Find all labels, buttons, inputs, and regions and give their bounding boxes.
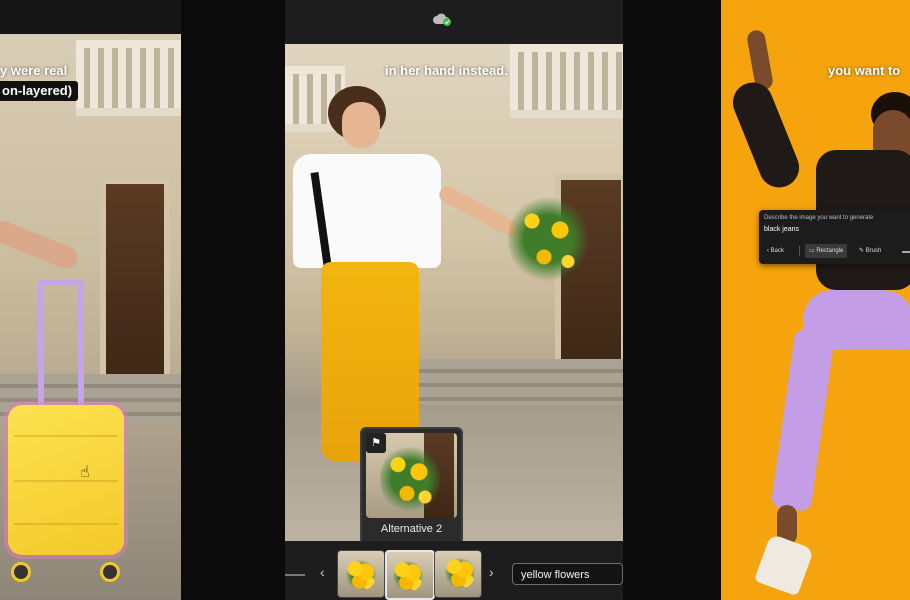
rectangle-button[interactable]: ▭ Rectangle bbox=[805, 244, 848, 258]
suitcase-wheel bbox=[11, 562, 31, 582]
flag-icon[interactable]: ⚑ bbox=[366, 433, 386, 453]
back-button[interactable]: ‹ Back bbox=[767, 244, 784, 258]
person-arm bbox=[0, 217, 81, 273]
left-panel: y were real on-layered) ☝ bbox=[0, 0, 181, 600]
dialog-prompt-input[interactable]: black jeans bbox=[764, 226, 799, 233]
prompt-input[interactable]: yellow flowers bbox=[512, 563, 623, 585]
balustrade bbox=[510, 44, 623, 118]
yellow-flowers bbox=[508, 194, 588, 284]
variation-thumb-2[interactable] bbox=[385, 550, 435, 600]
balustrade bbox=[76, 40, 181, 116]
brush-button[interactable]: ✎ Brush bbox=[859, 244, 881, 258]
selected-suitcase[interactable] bbox=[8, 405, 124, 555]
jacket-sleeve bbox=[726, 76, 806, 194]
chevron-left-icon[interactable]: ‹ bbox=[320, 564, 325, 580]
dialog-description: Describe the image you want to generate bbox=[764, 215, 874, 221]
variation-thumb-1[interactable] bbox=[337, 550, 385, 598]
hand-cursor-icon: ☝ bbox=[80, 464, 90, 481]
purple-pants-leg bbox=[770, 328, 836, 512]
brush-size-slider[interactable] bbox=[902, 251, 910, 253]
left-toolbar bbox=[0, 0, 181, 34]
popup-label: Alternative 2 bbox=[380, 523, 443, 535]
caption: you want to bbox=[828, 63, 901, 78]
cloud-check-icon[interactable] bbox=[432, 12, 452, 26]
chevron-right-icon[interactable]: › bbox=[489, 564, 494, 580]
suitcase-wheel bbox=[100, 562, 120, 582]
scroll-track bbox=[285, 574, 305, 576]
right-panel: you want to Describe the image you want … bbox=[721, 0, 910, 600]
suitcase-handle-left bbox=[38, 282, 44, 407]
white-shoe bbox=[753, 533, 815, 597]
variation-thumb-3[interactable] bbox=[434, 550, 482, 598]
center-toolbar bbox=[285, 0, 623, 44]
caption-line-1: y were real bbox=[0, 63, 68, 78]
variation-popup[interactable]: ⚑ Alternative 2 bbox=[360, 427, 463, 545]
generate-dialog[interactable]: Describe the image you want to generate … bbox=[759, 210, 910, 264]
caption: in her hand instead. bbox=[385, 63, 508, 78]
suitcase-handle-right bbox=[78, 282, 84, 407]
center-panel: in her hand instead. ⚑ Alternative 2 ‹ ›… bbox=[285, 0, 623, 600]
person-face bbox=[342, 102, 380, 148]
doorway bbox=[100, 178, 170, 386]
suitcase-handle-bar bbox=[38, 280, 84, 286]
variations-bar: ‹ › yellow flowers bbox=[285, 541, 623, 600]
caption-line-2: on-layered) bbox=[0, 81, 79, 101]
